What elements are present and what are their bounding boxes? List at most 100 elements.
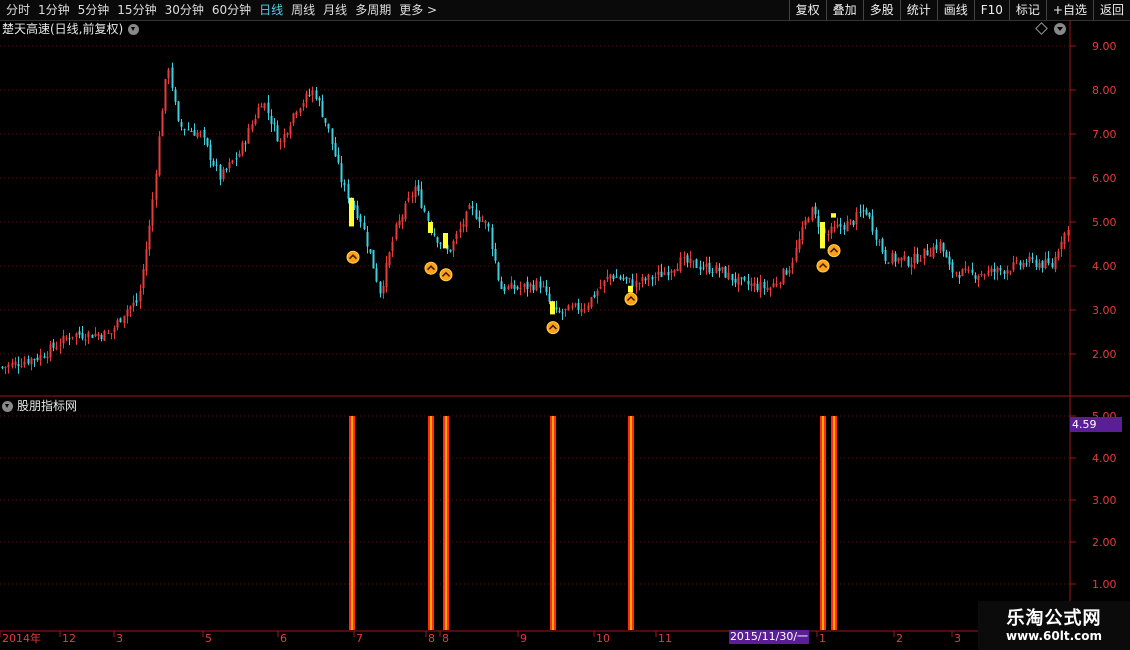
candle-body (750, 283, 753, 286)
candle-body (711, 272, 714, 274)
tab-daily[interactable]: 日线 (255, 0, 287, 20)
candle-body (801, 226, 804, 241)
candle-body (849, 219, 852, 221)
mark-button[interactable]: 标记 (1008, 0, 1046, 20)
candle-body (887, 262, 890, 264)
candle-body (852, 220, 855, 226)
collapse-icon[interactable] (1054, 23, 1066, 35)
candle-body (580, 309, 583, 313)
candle-body (113, 328, 116, 332)
tab-weekly[interactable]: 周线 (287, 0, 319, 20)
indicator-tick-label: 4.00 (1092, 452, 1117, 465)
chevron-up-icon (829, 247, 839, 253)
candle-body (103, 331, 106, 341)
candle-body (830, 226, 833, 234)
candle-body (1063, 232, 1066, 245)
candle-body (254, 118, 257, 125)
candle-body (411, 195, 414, 197)
candle-body (846, 221, 849, 232)
candle-body (542, 286, 545, 288)
add-watchlist-button[interactable]: +自选 (1045, 0, 1093, 20)
candle-body (404, 203, 407, 220)
candle-body (142, 269, 145, 289)
candle-body (1054, 256, 1057, 270)
candle-body (299, 108, 302, 113)
diamond-icon[interactable] (1035, 22, 1048, 35)
candle-body (171, 67, 174, 88)
chevron-down-icon[interactable] (128, 23, 140, 35)
candle-body (414, 186, 417, 198)
candle-body (820, 226, 823, 230)
tab-15min[interactable]: 15分钟 (113, 0, 160, 20)
tab-monthly[interactable]: 月线 (319, 0, 351, 20)
candle-body (766, 287, 769, 291)
candle-body (183, 129, 186, 131)
candle-body (577, 303, 580, 310)
chevron-down-icon[interactable] (2, 400, 13, 412)
candle-body (295, 111, 298, 116)
candle-body (772, 283, 775, 288)
date-tick-label: 6 (280, 632, 287, 645)
candle-body (196, 132, 199, 137)
watermark-url: www.60lt.com (1005, 629, 1103, 643)
statistics-button[interactable]: 统计 (899, 0, 937, 20)
candle-body (241, 142, 244, 155)
candle-body (1047, 258, 1050, 264)
candle-body (462, 224, 465, 227)
candle-body (516, 286, 519, 289)
candle-body (811, 207, 814, 220)
restore-rights-button[interactable]: 复权 (788, 0, 826, 20)
current-value-badge: 4.59 (1070, 417, 1122, 432)
indicator-bar-core (630, 416, 632, 630)
candle-body (484, 221, 487, 223)
candle-body (257, 107, 260, 119)
tab-fenshi[interactable]: 分时 (2, 0, 34, 20)
candle-body (705, 263, 708, 268)
candle-body (1022, 262, 1025, 268)
candle-body (145, 249, 148, 272)
tab-60min[interactable]: 60分钟 (208, 0, 255, 20)
candle-body (91, 334, 94, 338)
multi-stock-button[interactable]: 多股 (862, 0, 900, 20)
indicator-bar-core (430, 416, 432, 630)
candle-body (1035, 259, 1038, 267)
tab-more[interactable]: 更多 > (395, 0, 441, 20)
candle-body (993, 268, 996, 272)
tab-5min[interactable]: 5分钟 (74, 0, 114, 20)
back-button[interactable]: 返回 (1092, 0, 1130, 20)
date-tick-label: 12 (62, 632, 76, 645)
f10-button[interactable]: F10 (973, 0, 1009, 20)
candle-body (859, 211, 862, 213)
candle-body (87, 332, 90, 338)
stock-title: 楚天高速(日线,前复权) (2, 22, 124, 36)
candle-body (503, 286, 506, 291)
candle-body (1012, 262, 1015, 271)
signal-bar (820, 222, 825, 249)
tab-multi-period[interactable]: 多周期 (351, 0, 395, 20)
candle-body (334, 142, 337, 157)
watermark-title: 乐淘公式网 (1006, 608, 1102, 629)
overlay-button[interactable]: 叠加 (825, 0, 863, 20)
candle-body (539, 281, 542, 288)
candle-body (443, 241, 446, 244)
candle-body (747, 280, 750, 285)
candle-body (916, 253, 919, 263)
candle-body (779, 282, 782, 285)
tab-30min[interactable]: 30分钟 (161, 0, 208, 20)
candle-body (180, 122, 183, 127)
kline-chart[interactable]: 9.00 8.00 7.00 6.00 5.00 4.00 3.00 2.00 5.00 4.0… (0, 0, 1130, 650)
candle-body (587, 305, 590, 310)
candle-body (695, 259, 698, 268)
draw-line-button[interactable]: 画线 (936, 0, 974, 20)
candle-body (673, 270, 676, 273)
candle-body (475, 209, 478, 219)
candle-body (135, 300, 138, 303)
candle-body (894, 253, 897, 262)
tab-1min[interactable]: 1分钟 (34, 0, 74, 20)
candle-body (407, 197, 410, 201)
candle-body (631, 279, 634, 287)
candle-body (366, 231, 369, 247)
candle-body (331, 128, 334, 144)
price-tick-label: 2.00 (1092, 348, 1117, 361)
candle-body (823, 228, 826, 234)
